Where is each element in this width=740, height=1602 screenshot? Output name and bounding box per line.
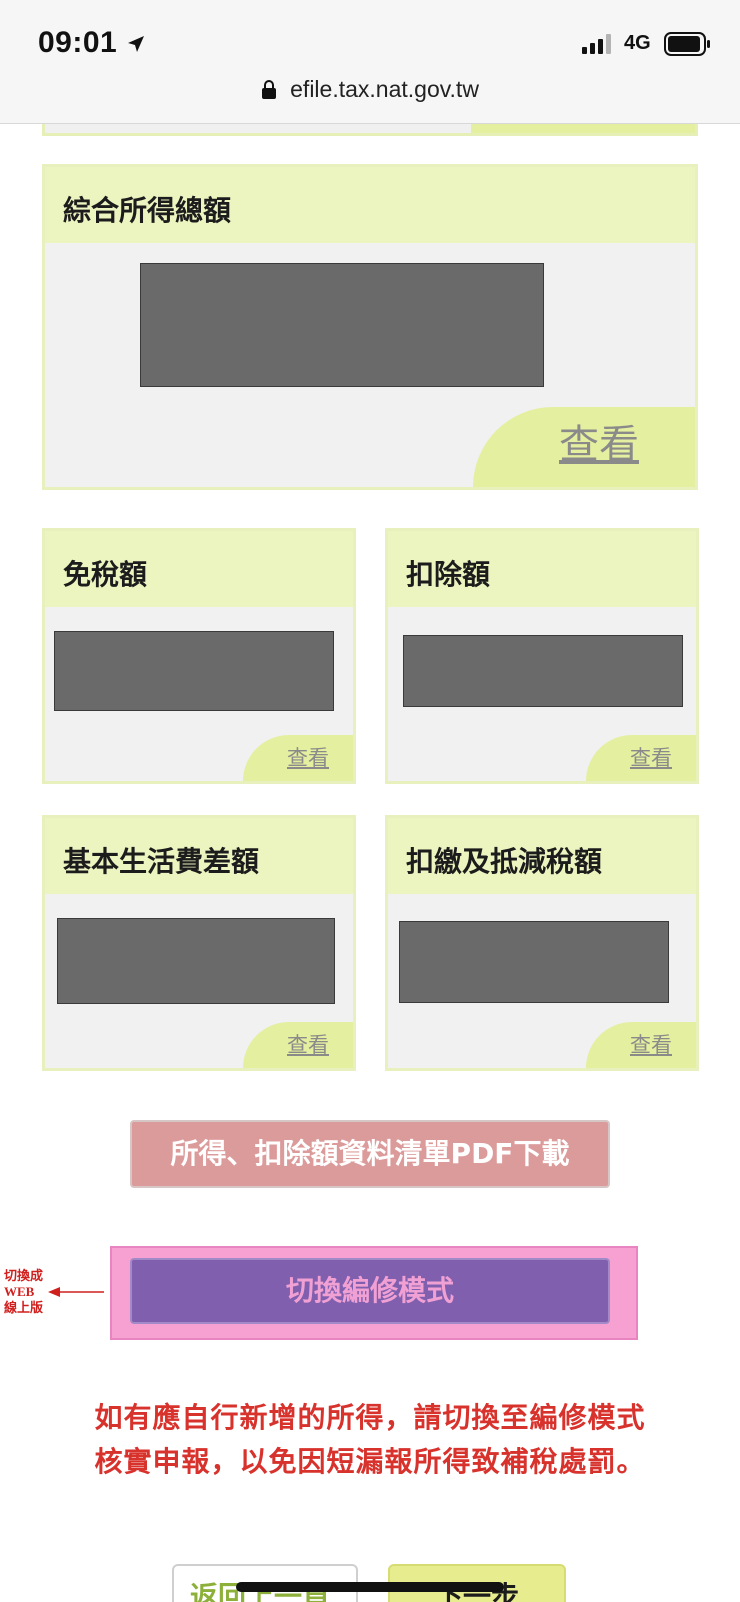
withholding-credit-card: 扣繳及抵減稅額 查看 — [385, 815, 699, 1071]
annotation-arrow-icon — [48, 1287, 104, 1297]
battery-icon — [664, 32, 710, 56]
redacted-amount — [403, 635, 683, 707]
notice-line: 核實申報，以免因短漏報所得致補稅處罰。 — [94, 1445, 646, 1478]
status-time: 09:01 — [38, 26, 118, 59]
network-type: 4G — [624, 32, 651, 54]
url-text: efile.tax.nat.gov.tw — [290, 76, 479, 102]
card-header: 免稅額 — [45, 531, 353, 607]
annotation-line: 切換成 — [4, 1268, 44, 1283]
card-title: 免稅額 — [63, 558, 148, 591]
card-title: 綜合所得總額 — [63, 194, 232, 227]
basic-living-expense-card: 基本生活費差額 查看 — [42, 815, 356, 1071]
view-button[interactable]: 查看 — [586, 1022, 696, 1068]
redacted-amount — [57, 918, 335, 1004]
notice-line: 如有應自行新增的所得，請切換至編修模式 — [94, 1401, 646, 1434]
lock-icon — [262, 79, 277, 99]
pdf-download-button[interactable]: 所得、扣除額資料清單PDF下載 — [130, 1120, 610, 1188]
address-bar[interactable]: efile.tax.nat.gov.tw — [0, 76, 740, 112]
home-indicator[interactable] — [236, 1582, 504, 1592]
view-button[interactable]: 查看 — [473, 407, 695, 487]
redacted-amount — [54, 631, 334, 711]
card-header: 綜合所得總額 — [45, 167, 695, 243]
exemption-card: 免稅額 查看 — [42, 528, 356, 784]
card-header: 基本生活費差額 — [45, 818, 353, 894]
view-button[interactable]: 查看 — [243, 1022, 353, 1068]
status-bar: 09:01 4G efile.tax.nat.gov.tw — [0, 0, 740, 124]
card-title: 扣繳及抵減稅額 — [406, 845, 603, 878]
gross-income-card: 綜合所得總額 查看 — [42, 164, 698, 490]
signal-bars-icon — [582, 34, 611, 54]
card-title: 基本生活費差額 — [63, 845, 260, 878]
view-button[interactable]: 查看 — [243, 735, 353, 781]
deduction-card: 扣除額 查看 — [385, 528, 699, 784]
previous-card-view-button[interactable] — [471, 124, 695, 133]
card-header: 扣除額 — [388, 531, 696, 607]
redacted-amount — [399, 921, 669, 1003]
view-button[interactable]: 查看 — [586, 735, 696, 781]
card-header: 扣繳及抵減稅額 — [388, 818, 696, 894]
location-arrow-icon — [128, 36, 144, 52]
switch-edit-mode-button[interactable]: 切換編修模式 — [130, 1258, 610, 1324]
redacted-amount — [140, 263, 544, 387]
previous-card-partial — [42, 124, 698, 136]
annotation-line: 線上版 — [4, 1300, 44, 1315]
card-title: 扣除額 — [406, 558, 491, 591]
